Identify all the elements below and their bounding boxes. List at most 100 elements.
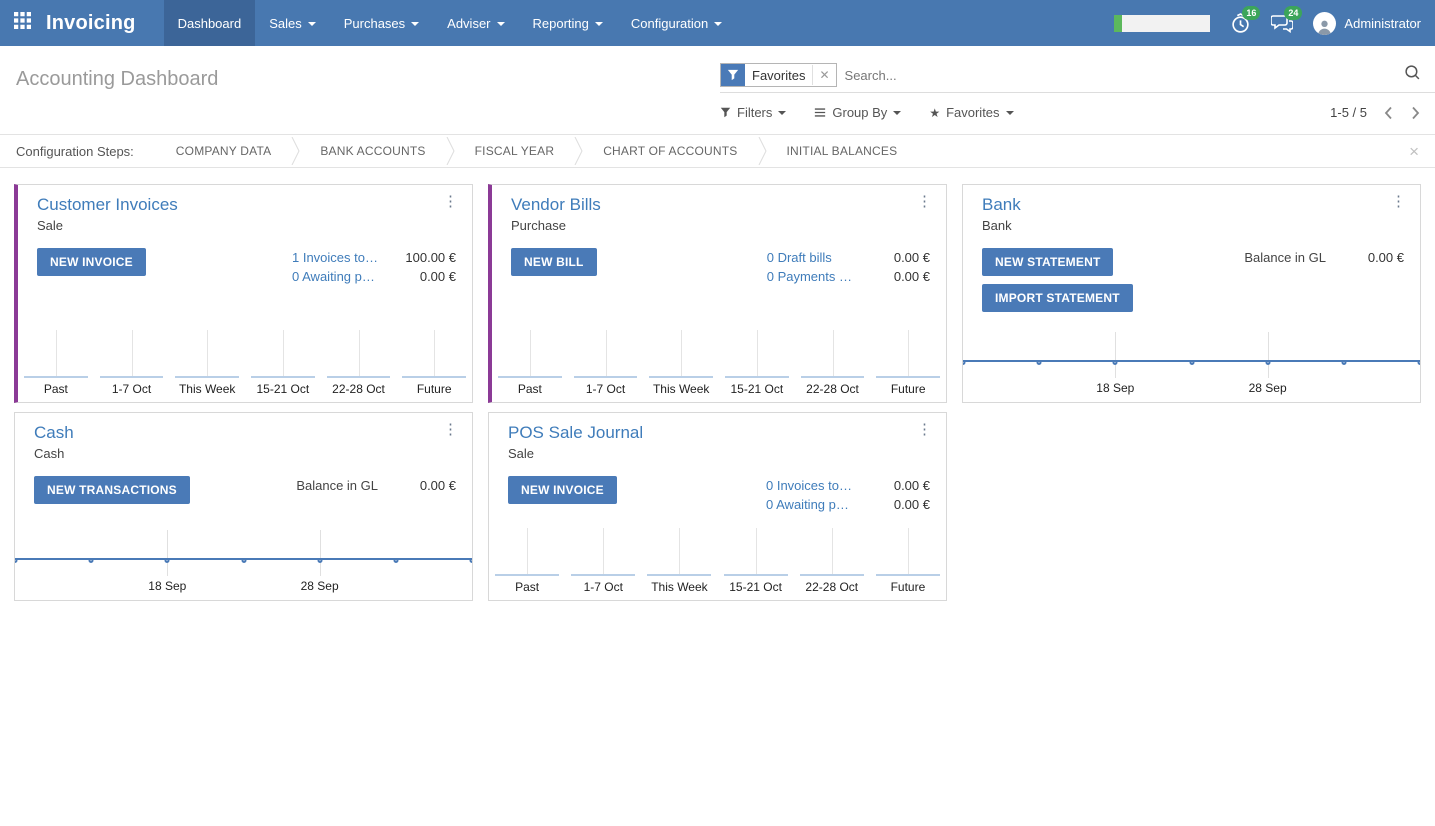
journal-stats: Balance in GL 0.00 € (1244, 250, 1404, 265)
chevron-down-icon (497, 22, 505, 26)
new-transactions-button[interactable]: NEW TRANSACTIONS (34, 476, 190, 504)
card-subtitle: Cash (34, 446, 456, 461)
draft-bills-link[interactable]: 0 Draft bills (767, 250, 852, 265)
kebab-menu-icon[interactable]: ⋮ (443, 422, 458, 437)
step-chevron-icon (758, 137, 767, 165)
chevron-down-icon (778, 111, 786, 115)
step-fiscal-year[interactable]: FISCAL YEAR (455, 144, 575, 158)
awaiting-payments-link[interactable]: 0 Awaiting p… (766, 497, 852, 512)
step-company-data[interactable]: COMPANY DATA (156, 144, 292, 158)
card-cash: ⋮ Cash Cash NEW TRANSACTIONS Balance in … (14, 412, 473, 601)
pager-next-icon[interactable] (1410, 106, 1421, 120)
step-chevron-icon (574, 137, 583, 165)
favorites-button[interactable]: ★ Favorites (929, 105, 1013, 120)
pager: 1-5 / 5 (1330, 105, 1421, 120)
close-icon[interactable]: × (1409, 143, 1419, 160)
search-icon[interactable] (1404, 64, 1421, 86)
kebab-menu-icon[interactable]: ⋮ (443, 194, 458, 209)
search-bar: Favorites ✕ (720, 60, 1435, 93)
chart-x-axis-labels: Past1-7 Oct This Week15-21 Oct 22-28 Oct… (489, 576, 946, 600)
page-title: Accounting Dashboard (16, 60, 218, 134)
app-brand[interactable]: Invoicing (46, 12, 136, 35)
menu-configuration[interactable]: Configuration (617, 0, 736, 46)
card-title[interactable]: Cash (34, 423, 456, 443)
card-title[interactable]: Bank (982, 195, 1404, 215)
usage-progress-bar[interactable] (1114, 15, 1210, 32)
chevron-down-icon (411, 22, 419, 26)
card-customer-invoices: ⋮ Customer Invoices Sale NEW INVOICE 1 I… (14, 184, 473, 403)
journal-stats: Balance in GL 0.00 € (296, 478, 456, 493)
step-initial-balances[interactable]: INITIAL BALANCES (767, 144, 918, 158)
chart-x-axis-labels: Past1-7 Oct This Week15-21 Oct 22-28 Oct… (492, 378, 946, 402)
menu-adviser[interactable]: Adviser (433, 0, 518, 46)
star-icon: ★ (929, 106, 940, 120)
journal-stats: 0 Invoices to… 0.00 € 0 Awaiting p… 0.00… (766, 478, 930, 512)
menu-sales[interactable]: Sales (255, 0, 330, 46)
import-statement-button[interactable]: IMPORT STATEMENT (982, 284, 1133, 312)
kebab-menu-icon[interactable]: ⋮ (917, 194, 932, 209)
card-subtitle: Sale (508, 446, 930, 461)
journal-bar-chart[interactable] (492, 330, 946, 378)
card-subtitle: Purchase (511, 218, 930, 233)
chevron-down-icon (1006, 111, 1014, 115)
facet-remove-icon[interactable]: ✕ (812, 65, 835, 85)
card-subtitle: Bank (982, 218, 1404, 233)
awaiting-payments-link[interactable]: 0 Awaiting p… (292, 269, 378, 284)
kebab-menu-icon[interactable]: ⋮ (1391, 194, 1406, 209)
new-invoice-button[interactable]: NEW INVOICE (37, 248, 146, 276)
control-panel: Accounting Dashboard Favorites ✕ Filters (0, 46, 1435, 134)
filter-icon (721, 64, 745, 86)
main-menu: Dashboard Sales Purchases Adviser Report… (164, 0, 737, 46)
user-name: Administrator (1344, 16, 1421, 31)
apps-grid-icon[interactable] (14, 12, 31, 34)
apps-menu[interactable]: Invoicing (0, 0, 164, 46)
messages-menu[interactable]: 24 (1271, 13, 1293, 33)
card-title[interactable]: Vendor Bills (511, 195, 930, 215)
invoices-to-validate-link[interactable]: 0 Invoices to… (766, 478, 852, 493)
accounting-dashboard: ⋮ Customer Invoices Sale NEW INVOICE 1 I… (0, 168, 1435, 601)
balance-in-gl-label: Balance in GL (1244, 250, 1326, 265)
invoices-to-validate-link[interactable]: 1 Invoices to… (292, 250, 378, 265)
journal-line-chart[interactable] (963, 332, 1420, 378)
card-title[interactable]: POS Sale Journal (508, 423, 930, 443)
activity-menu[interactable]: 16 (1230, 13, 1251, 34)
journal-stats: 1 Invoices to… 100.00 € 0 Awaiting p… 0.… (292, 250, 456, 284)
search-input[interactable] (845, 68, 1404, 83)
pager-previous-icon[interactable] (1383, 106, 1394, 120)
search-facet-favorites: Favorites ✕ (720, 63, 837, 87)
pager-range: 1-5 / 5 (1330, 105, 1367, 120)
config-steps-label: Configuration Steps: (16, 144, 134, 159)
new-invoice-button[interactable]: NEW INVOICE (508, 476, 617, 504)
filter-icon (720, 107, 731, 118)
chart-x-axis-labels: Past1-7 Oct This Week15-21 Oct 22-28 Oct… (18, 378, 472, 402)
kebab-menu-icon[interactable]: ⋮ (917, 422, 932, 437)
journal-bar-chart[interactable] (18, 330, 472, 378)
new-statement-button[interactable]: NEW STATEMENT (982, 248, 1113, 276)
step-bank-accounts[interactable]: BANK ACCOUNTS (300, 144, 445, 158)
new-bill-button[interactable]: NEW BILL (511, 248, 597, 276)
card-title[interactable]: Customer Invoices (37, 195, 456, 215)
journal-bar-chart[interactable] (489, 528, 946, 576)
search-panel: Favorites ✕ Filters Group By ★ Favorites (720, 60, 1435, 134)
journal-line-chart[interactable] (15, 530, 472, 576)
chart-x-axis-labels: 18 Sep 28 Sep (963, 378, 1420, 402)
filters-button[interactable]: Filters (720, 105, 786, 120)
step-chart-of-accounts[interactable]: CHART OF ACCOUNTS (583, 144, 757, 158)
activity-badge: 16 (1242, 6, 1260, 20)
menu-purchases[interactable]: Purchases (330, 0, 433, 46)
chevron-down-icon (893, 111, 901, 115)
menu-reporting[interactable]: Reporting (519, 0, 617, 46)
card-bank: ⋮ Bank Bank NEW STATEMENT IMPORT STATEME… (962, 184, 1421, 403)
navbar-systray: 16 24 Administrator (1114, 0, 1435, 46)
payments-link[interactable]: 0 Payments … (767, 269, 852, 284)
step-chevron-icon (291, 137, 300, 165)
user-menu[interactable]: Administrator (1313, 12, 1421, 35)
menu-dashboard[interactable]: Dashboard (164, 0, 256, 46)
list-icon (814, 107, 826, 118)
stat-amount: 0.00 € (866, 250, 930, 265)
chart-x-axis-labels: 18 Sep 28 Sep (15, 576, 472, 600)
stat-amount: 100.00 € (392, 250, 456, 265)
group-by-button[interactable]: Group By (814, 105, 901, 120)
balance-in-gl-label: Balance in GL (296, 478, 378, 493)
avatar (1313, 12, 1336, 35)
